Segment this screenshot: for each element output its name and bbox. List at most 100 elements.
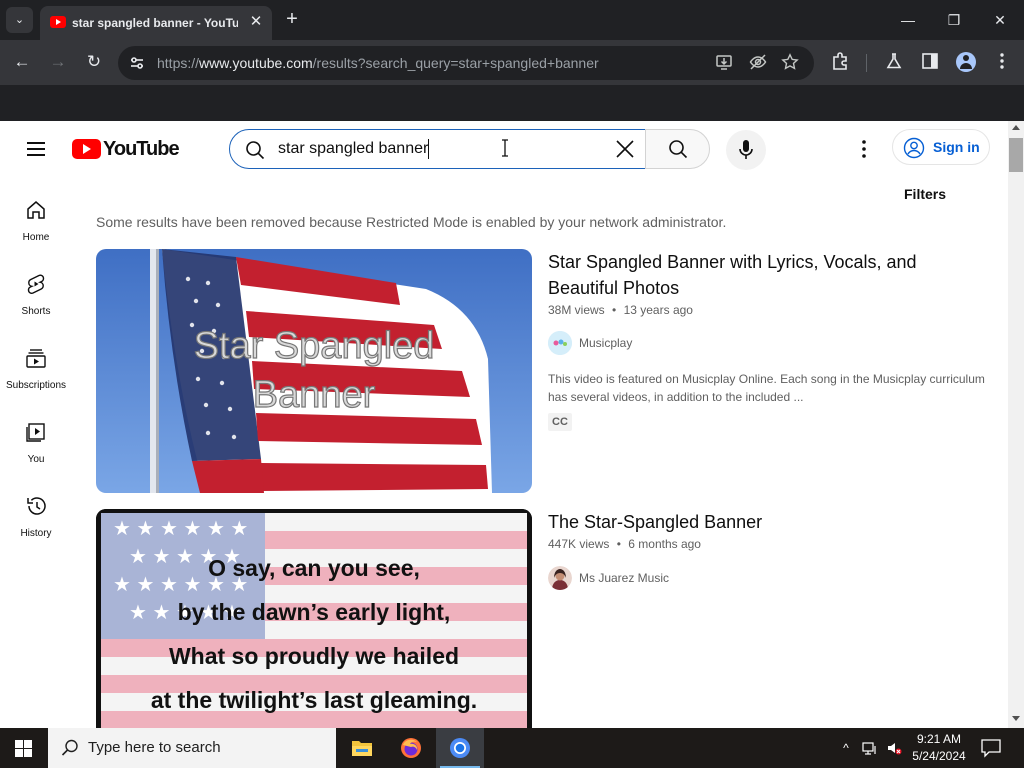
youtube-masthead: YouTube Sign in (0, 121, 1008, 177)
guide-menu-icon[interactable] (18, 133, 54, 165)
channel-avatar (548, 331, 572, 355)
channel-name: Ms Juarez Music (579, 571, 670, 585)
thumb-title-line-1: Star Spangled (194, 325, 435, 367)
guide-item-label: Shorts (21, 306, 51, 317)
tab-title: star spangled banner - YouTube (72, 16, 238, 30)
taskbar-firefox[interactable] (387, 728, 435, 768)
guide-sidebar: Home Shorts Subscriptions You History (0, 177, 72, 728)
guide-item-label: Subscriptions (5, 380, 67, 391)
search-icon (669, 140, 688, 159)
meta-separator: • (616, 537, 621, 551)
side-panel-icon[interactable] (919, 51, 941, 73)
taskbar-search-placeholder: Type here to search (88, 739, 221, 756)
search-input[interactable] (278, 138, 608, 160)
window-restore-button[interactable]: ❐ (934, 6, 974, 34)
filters-button[interactable]: Filters (904, 186, 946, 202)
window-close-button[interactable]: ✕ (980, 6, 1020, 34)
scroll-down-arrow-icon[interactable] (1012, 716, 1020, 721)
home-icon (27, 201, 45, 219)
lyrics-line-2: by the dawn’s early light, (178, 599, 451, 625)
back-button[interactable]: ← (10, 50, 34, 74)
lyrics-thumbnail-image: ★ ★ ★ ★ ★ ★ ★ ★ ★ ★ ★ ★ ★ ★ ★ ★ ★ ★ ★ ★ … (96, 509, 532, 728)
video-result: Star Spangled Banner Star Spangled Banne… (96, 249, 996, 499)
start-button[interactable] (0, 728, 48, 768)
toolbar-divider (866, 54, 867, 72)
guide-item-subscriptions[interactable]: Subscriptions (0, 337, 72, 405)
publish-age: 6 months ago (628, 537, 701, 551)
taskbar-file-explorer[interactable] (338, 728, 386, 768)
scroll-up-arrow-icon[interactable] (1012, 125, 1020, 130)
guide-item-label: You (27, 454, 45, 465)
firefox-icon (401, 738, 421, 758)
clock-date: 5/24/2024 (912, 749, 966, 763)
youtube-page: YouTube Sign in Filters Home Shorts (0, 121, 1024, 728)
tab-search-button[interactable]: ⌄ (6, 7, 33, 33)
browser-chrome: ⌄ star spangled banner - YouTube ✕ + — ❐… (0, 0, 1024, 121)
scrollbar-thumb[interactable] (1009, 138, 1023, 172)
channel-name: Musicplay (579, 336, 633, 350)
video-metadata: 447K views • 6 months ago (548, 536, 701, 552)
video-description: This video is featured on Musicplay Onli… (548, 372, 985, 404)
search-box (229, 129, 646, 169)
settings-more-icon[interactable] (852, 137, 876, 161)
video-thumbnail[interactable]: Star Spangled Banner (96, 249, 532, 493)
new-tab-button[interactable]: + (281, 8, 303, 30)
clear-search-icon[interactable] (611, 135, 639, 163)
browser-menu-icon[interactable] (991, 51, 1013, 73)
windows-taskbar: Type here to search ^ 9:21 AM 5/24/2024 (0, 728, 1024, 768)
guide-item-label: Home (22, 232, 50, 243)
profile-avatar-icon[interactable] (956, 52, 976, 72)
voice-search-button[interactable] (726, 130, 766, 170)
reload-button[interactable]: ↻ (82, 50, 106, 74)
window-minimize-button[interactable]: — (888, 6, 928, 34)
youtube-favicon-icon (50, 16, 66, 28)
bookmark-star-icon[interactable] (780, 53, 800, 73)
lyrics-line-4: at the twilight’s last gleaming. (151, 687, 477, 713)
thumb-title-line-2: Banner (253, 374, 376, 416)
youtube-logo-icon (72, 139, 101, 159)
guide-item-home[interactable]: Home (0, 189, 72, 257)
guide-item-history[interactable]: History (0, 485, 72, 553)
url-host: www.youtube.com (199, 55, 313, 71)
tab-youtube[interactable]: star spangled banner - YouTube ✕ (40, 6, 272, 40)
history-icon (27, 497, 46, 515)
tray-overflow-chevron-icon[interactable]: ^ (838, 740, 854, 756)
sign-in-label: Sign in (933, 139, 980, 155)
sign-in-button[interactable]: Sign in (892, 129, 990, 165)
address-bar[interactable]: https://www.youtube.com/results?search_q… (118, 46, 814, 80)
youtube-logo[interactable]: YouTube (72, 138, 180, 160)
taskbar-clock[interactable]: 9:21 AM 5/24/2024 (906, 731, 972, 765)
subscriptions-icon (26, 349, 46, 368)
guide-item-you[interactable]: You (0, 411, 72, 479)
ibeam-cursor-icon (502, 139, 508, 157)
video-metadata: 38M views • 13 years ago (548, 302, 693, 318)
network-icon[interactable] (862, 740, 878, 756)
publish-age: 13 years ago (623, 303, 693, 317)
volume-muted-icon[interactable] (886, 740, 902, 756)
notification-center-icon[interactable] (980, 738, 1002, 758)
guide-item-label: History (20, 528, 52, 539)
browser-toolbar: ← → ↻ https://www.youtube.com/results?se… (0, 40, 1024, 85)
lyrics-line-3: What so proudly we hailed (169, 643, 459, 669)
search-button[interactable] (645, 129, 710, 169)
search-icon (61, 739, 78, 756)
search-icon (246, 141, 265, 160)
labs-flask-icon[interactable] (883, 51, 905, 73)
view-count: 447K views (548, 537, 610, 551)
site-info-icon[interactable] (128, 54, 146, 72)
taskbar-chrome[interactable] (436, 728, 484, 768)
tab-close-icon[interactable]: ✕ (246, 12, 266, 32)
install-app-icon[interactable] (714, 53, 734, 73)
video-title[interactable]: The Star-Spangled Banner (548, 509, 948, 535)
file-explorer-icon (352, 741, 372, 756)
channel-avatar (548, 566, 572, 590)
tracking-protection-icon[interactable] (748, 53, 768, 73)
page-scrollbar[interactable] (1008, 121, 1024, 728)
taskbar-search-box[interactable]: Type here to search (48, 728, 336, 768)
guide-item-shorts[interactable]: Shorts (0, 263, 72, 331)
video-title[interactable]: Star Spangled Banner with Lyrics, Vocals… (548, 249, 948, 301)
meta-separator: • (612, 303, 617, 317)
video-thumbnail[interactable]: ★ ★ ★ ★ ★ ★ ★ ★ ★ ★ ★ ★ ★ ★ ★ ★ ★ ★ ★ ★ … (96, 509, 532, 728)
forward-button[interactable]: → (46, 50, 70, 74)
extensions-icon[interactable] (829, 51, 851, 73)
